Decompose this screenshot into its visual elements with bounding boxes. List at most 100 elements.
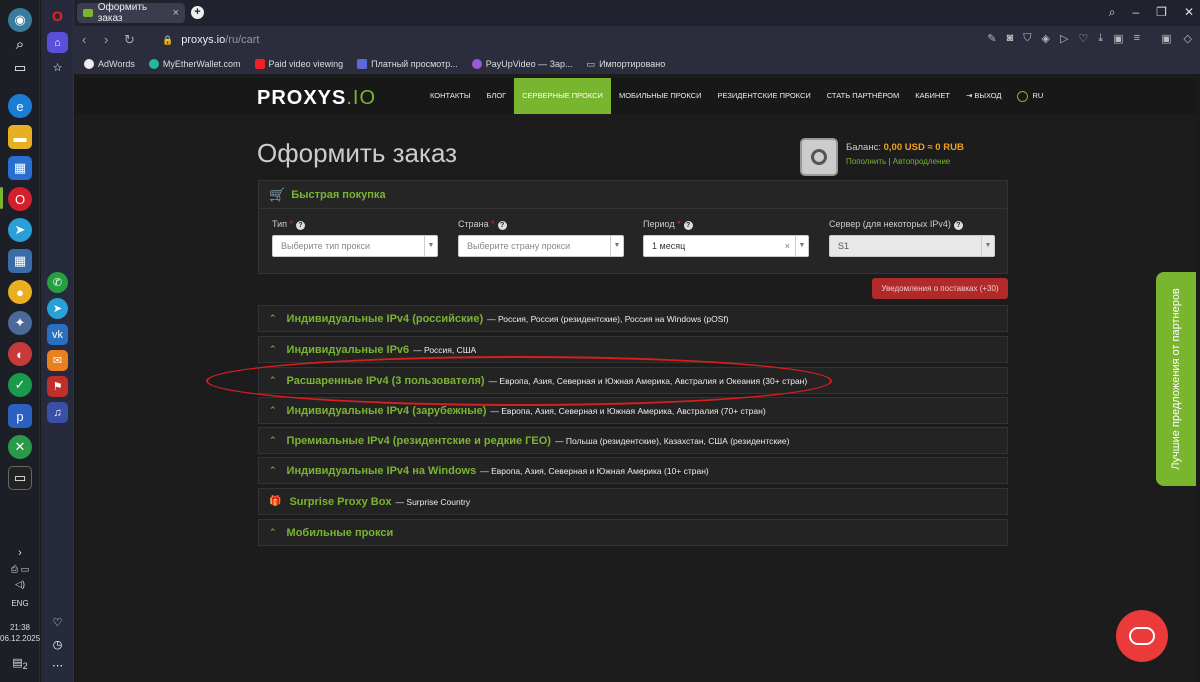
country-select[interactable]: Выберите страну прокси ▼	[458, 235, 624, 257]
folder-icon: ▭	[586, 58, 596, 69]
chevron-down-icon[interactable]: ▼	[424, 236, 437, 256]
chrome-icon[interactable]: ●	[8, 280, 32, 304]
bookmark-label: Платный просмотр...	[371, 59, 458, 69]
telegram-sidebar-icon[interactable]: ➤	[47, 298, 68, 319]
nav-language[interactable]: RU	[1009, 78, 1051, 114]
more-icon[interactable]: ⋯	[47, 655, 68, 676]
restore-icon[interactable]: ❐	[1156, 5, 1167, 20]
minimize-icon[interactable]: –	[1132, 5, 1139, 20]
language-indicator[interactable]: ENG	[0, 599, 40, 609]
nav-contacts[interactable]: КОНТАКТЫ	[422, 78, 478, 114]
bookmarks-star-icon[interactable]: ☆	[47, 57, 68, 78]
headphones-icon[interactable]: ♫	[47, 402, 68, 423]
chevron-down-icon[interactable]: ▼	[795, 236, 808, 256]
telegram-icon[interactable]: ➤	[8, 218, 32, 242]
server-select[interactable]: S1 ▼	[829, 235, 995, 257]
help-icon[interactable]: ?	[953, 221, 963, 230]
calculator-icon[interactable]: ▦	[8, 249, 32, 273]
window-close-icon[interactable]: ✕	[1184, 5, 1194, 20]
app2-icon[interactable]: ◐	[8, 342, 32, 366]
snapshot-icon[interactable]: ▣	[1113, 32, 1123, 45]
cube-icon[interactable]: ◈	[1041, 32, 1049, 45]
back-icon[interactable]: ‹	[82, 32, 86, 47]
vk-icon[interactable]: vk	[47, 324, 68, 345]
history-icon[interactable]: ◷	[47, 634, 68, 655]
reload-icon[interactable]: ↻	[124, 32, 135, 48]
help-icon[interactable]: ?	[683, 221, 693, 230]
opera-icon[interactable]: O	[8, 187, 32, 211]
delivery-notifications-button[interactable]: Уведомления о поставках (+30)	[872, 278, 1008, 299]
help-icon[interactable]: ?	[497, 221, 507, 230]
chevron-up-icon[interactable]: ›	[0, 548, 40, 559]
app-icon[interactable]: ✦	[8, 311, 32, 335]
autotopup-link[interactable]: Автопродление	[893, 157, 951, 166]
app3-icon[interactable]: p	[8, 404, 32, 428]
download-icon[interactable]: ⤓	[1098, 32, 1103, 45]
search-tabs-icon[interactable]: ⌕	[1109, 5, 1116, 20]
category-ipv4-windows[interactable]: ⌃ Индивидуальные IPv4 на Windows — Европа,…	[258, 457, 1008, 484]
tray-icons[interactable]: ⎙ ▭	[0, 564, 40, 574]
forward-icon[interactable]: ›	[104, 32, 108, 47]
store-icon[interactable]: ▦	[8, 156, 32, 180]
app-sidebar-icon[interactable]: ⚑	[47, 376, 68, 397]
close-icon[interactable]: ×	[173, 7, 179, 19]
clock-date[interactable]: 06.12.2025	[0, 634, 40, 644]
category-ipv4-ru[interactable]: ⌃ Индивидуальные IPv4 (российские) — Росси…	[258, 305, 1008, 332]
chat-button[interactable]	[1116, 610, 1168, 662]
bookmark-adwords[interactable]: AdWords	[84, 59, 135, 69]
heart-icon[interactable]: ♡	[47, 612, 68, 633]
help-icon[interactable]: ?	[296, 221, 306, 230]
nav-server-proxies[interactable]: СЕРВЕРНЫЕ ПРОКСИ	[514, 78, 611, 114]
bookmark-imported[interactable]: ▭ Импортировано	[587, 59, 666, 70]
camera-icon[interactable]: ◙	[1007, 32, 1014, 45]
browser-tab[interactable]: Оформить заказ ×	[77, 2, 185, 24]
task-view-icon[interactable]: ▭	[8, 56, 32, 80]
home-icon[interactable]: ⌂	[47, 32, 68, 53]
search-icon[interactable]: ⌕	[8, 32, 32, 56]
site-logo[interactable]: PROXYS.IO	[257, 87, 376, 110]
extension-icon[interactable]: ▣	[1161, 32, 1171, 45]
chevron-down-icon[interactable]: ▼	[981, 236, 994, 256]
volume-icon[interactable]: ◁)	[0, 579, 40, 589]
type-select[interactable]: Выберите тип прокси ▼	[272, 235, 438, 257]
shield-icon[interactable]: ⛉	[1023, 32, 1031, 45]
nav-cabinet[interactable]: КАБИНЕТ	[907, 78, 958, 114]
edge-icon[interactable]: e	[8, 94, 32, 118]
nav-mobile-proxies[interactable]: МОБИЛЬНЫЕ ПРОКСИ	[611, 78, 710, 114]
bookmark-platny[interactable]: Платный просмотр...	[357, 59, 458, 69]
bookmark-paid-video[interactable]: Paid video viewing	[254, 59, 343, 69]
start-icon[interactable]: ◉	[8, 8, 32, 32]
edit-icon[interactable]: ✎	[987, 32, 996, 45]
logo-main: PROXYS	[257, 87, 347, 109]
heart-outline-icon[interactable]: ♡	[1078, 32, 1088, 45]
category-premium-ipv4[interactable]: ⌃ Премиальные IPv4 (резидентские и редкие…	[258, 427, 1008, 454]
opera-logo-icon[interactable]: O	[47, 5, 68, 26]
category-surprise-box[interactable]: 🎁 Surprise Proxy Box — Surprise Country	[258, 488, 1008, 515]
bookmark-myetherwallet[interactable]: MyEtherWallet.com	[148, 59, 241, 69]
mail-icon[interactable]: ✉	[47, 350, 68, 371]
nav-logout[interactable]: ⇥ ВЫХОД	[958, 78, 1010, 114]
notifications-icon[interactable]: ▤2	[0, 657, 40, 671]
whatsapp-icon[interactable]: ✆	[47, 272, 68, 293]
bookmark-payupvideo[interactable]: PayUpVideo — Зар...	[471, 59, 573, 69]
period-select[interactable]: 1 месяц × ▼	[643, 235, 809, 257]
nav-partner[interactable]: СТАТЬ ПАРТНЁРОМ	[819, 78, 907, 114]
puzzle-icon[interactable]: ◇	[1184, 32, 1192, 45]
lock-icon[interactable]: 🔒	[162, 35, 173, 46]
clear-icon[interactable]: ×	[785, 241, 790, 251]
check-icon[interactable]: ✓	[8, 373, 32, 397]
new-tab-button[interactable]: +	[191, 6, 204, 19]
xbox-icon[interactable]: ✕	[8, 435, 32, 459]
chevron-down-icon[interactable]: ▼	[610, 236, 623, 256]
terminal-icon[interactable]: ▭	[8, 466, 32, 490]
clock-time[interactable]: 21:38	[0, 623, 40, 633]
tab-bar: Оформить заказ × + ⌕ – ❐ ✕	[74, 0, 1200, 26]
explorer-icon[interactable]: ▬	[8, 125, 32, 149]
topup-link[interactable]: Пополнить	[846, 157, 886, 166]
category-mobile[interactable]: ⌃ Мобильные прокси	[258, 519, 1008, 546]
menu-lines-icon[interactable]: ≡	[1134, 32, 1140, 45]
nav-blog[interactable]: БЛОГ	[478, 78, 514, 114]
nav-resident-proxies[interactable]: РЕЗИДЕНТСКИЕ ПРОКСИ	[710, 78, 819, 114]
partner-offers-tab[interactable]: Лучшие предложения от партнеров	[1156, 272, 1196, 486]
play-icon[interactable]: ▷	[1060, 32, 1068, 45]
